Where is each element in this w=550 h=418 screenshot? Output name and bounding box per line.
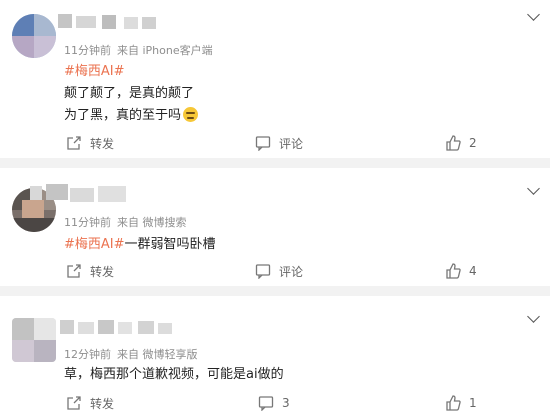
post-time[interactable]: 11分钟前 (64, 216, 111, 229)
like-button[interactable]: 4 (445, 256, 477, 286)
repost-label: 转发 (90, 264, 115, 279)
like-count: 4 (469, 264, 477, 278)
action-bar: 转发 3 1 (0, 388, 550, 418)
comment-icon (255, 136, 271, 151)
post-text-line: #梅西AI#一群弱智吗卧槽 (64, 237, 216, 252)
comment-button[interactable]: 3 (258, 388, 290, 418)
post-meta: 11分钟前 来自 iPhone客户端 (64, 42, 213, 58)
post-card: 12分钟前 来自 微博轻享版 草，梅西那个道歉视频，可能是ai做的 转发 3 1 (0, 296, 550, 418)
repost-button[interactable]: 转发 (66, 256, 114, 286)
thumbs-up-icon (446, 135, 461, 151)
like-button[interactable]: 1 (445, 388, 477, 418)
post-text-line: 草，梅西那个道歉视频，可能是ai做的 (64, 367, 284, 382)
repost-button[interactable]: 转发 (66, 128, 114, 158)
chevron-down-icon[interactable] (527, 310, 540, 323)
chevron-down-icon[interactable] (527, 182, 540, 195)
repost-label: 转发 (90, 136, 115, 151)
post-card: 11分钟前 来自 iPhone客户端 #梅西AI# 颠了颠了，是真的颠了 为了黑，… (0, 0, 550, 158)
username-blurred[interactable] (60, 320, 180, 336)
repost-icon (67, 136, 81, 150)
repost-label: 转发 (90, 396, 115, 411)
comment-count: 3 (282, 396, 290, 410)
comment-label: 评论 (279, 136, 304, 151)
like-button[interactable]: 2 (445, 128, 477, 158)
chevron-down-icon[interactable] (527, 8, 540, 21)
post-text-line: 颠了颠了，是真的颠了 (64, 86, 195, 101)
comment-button[interactable]: 评论 (255, 256, 303, 286)
comment-button[interactable]: 评论 (255, 128, 303, 158)
avatar[interactable] (12, 14, 56, 58)
comment-label: 评论 (279, 264, 304, 279)
repost-icon (67, 264, 81, 278)
post-meta: 12分钟前 来自 微博轻享版 (64, 346, 198, 362)
hashtag-link[interactable]: #梅西AI# (64, 60, 125, 79)
action-bar: 转发 评论 4 (0, 256, 550, 286)
post-source: 来自 iPhone客户端 (117, 44, 213, 57)
action-bar: 转发 评论 2 (0, 128, 550, 158)
repost-icon (67, 396, 81, 410)
post-card: 11分钟前 来自 微博搜索 #梅西AI#一群弱智吗卧槽 转发 评论 4 (0, 168, 550, 286)
username-blurred[interactable] (58, 14, 178, 30)
username-blurred[interactable] (30, 184, 140, 204)
thumbs-up-icon (446, 395, 461, 411)
post-source: 来自 微博搜索 (117, 216, 187, 229)
like-count: 2 (469, 136, 477, 150)
post-meta: 11分钟前 来自 微博搜索 (64, 214, 187, 230)
post-source: 来自 微博轻享版 (117, 348, 198, 361)
sweat-emoji-icon (183, 107, 199, 122)
thumbs-up-icon (446, 263, 461, 279)
comment-icon (255, 264, 271, 279)
post-time[interactable]: 12分钟前 (64, 348, 111, 361)
post-text-line: 为了黑，真的至于吗 (64, 104, 199, 123)
repost-button[interactable]: 转发 (66, 388, 114, 418)
avatar[interactable] (12, 318, 56, 362)
hashtag-link[interactable]: #梅西AI# (64, 237, 125, 252)
post-time[interactable]: 11分钟前 (64, 44, 111, 57)
comment-icon (258, 396, 274, 411)
like-count: 1 (469, 396, 477, 410)
